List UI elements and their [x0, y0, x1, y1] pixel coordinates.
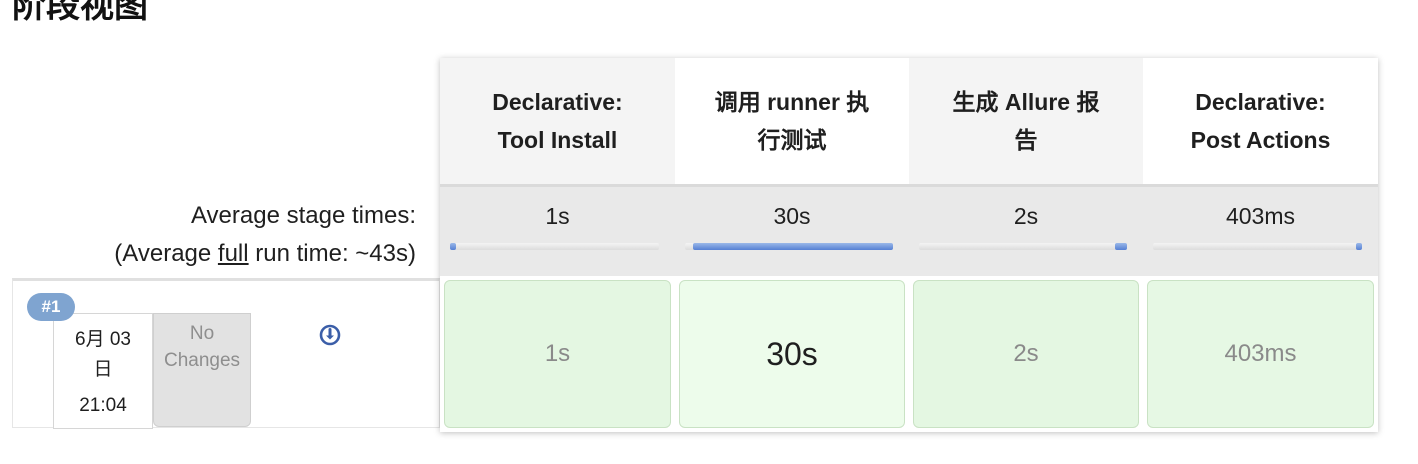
full-run-link[interactable]: full [218, 240, 249, 267]
stage-header: 调用 runner 执行测试 [675, 58, 909, 184]
stage-name-line2: 告 [1014, 127, 1038, 153]
average-stage-times-label: Average stage times: [190, 202, 416, 229]
changes-line1: No [189, 323, 215, 344]
stage-average-bar [1153, 243, 1362, 250]
stage-average-bar-fill [693, 243, 893, 250]
stage-name-line1: 生成 Allure 报 [952, 89, 1100, 115]
stage-average: 403ms [1143, 184, 1378, 276]
average-run-prefix: (Average [114, 240, 218, 267]
stage-cell[interactable]: 30s [679, 280, 905, 428]
stage-name-line2: Tool Install [497, 127, 618, 153]
stage-name-line1: Declarative: [1195, 89, 1326, 115]
build-date-line1: 6月 03 [75, 329, 131, 350]
stage-column: 调用 runner 执行测试 30s 30s [675, 58, 909, 432]
stage-average-value: 403ms [1225, 203, 1296, 229]
stage-cell-value: 403ms [1224, 340, 1297, 367]
stage-column: 生成 Allure 报告 2s 2s [909, 58, 1143, 432]
average-stage-times: Average stage times: (Average full run t… [12, 190, 440, 276]
stage-cell[interactable]: 2s [913, 280, 1139, 428]
stage-name-line1: Declarative: [492, 89, 623, 115]
stage-average: 1s [440, 184, 675, 276]
average-run-suffix: run time: ~43s) [248, 240, 416, 267]
stage-average-bar [450, 243, 659, 250]
stage-cell[interactable]: 1s [444, 280, 671, 428]
stage-average-bar [919, 243, 1127, 250]
stage-header: 生成 Allure 报告 [909, 58, 1143, 184]
stage-header: Declarative: Tool Install [440, 58, 675, 184]
stage-average-value: 30s [773, 203, 811, 229]
average-run-time-label: (Average full run time: ~43s) [114, 240, 416, 268]
page-title: 阶段视图 [12, 0, 148, 26]
build-row: #1 6月 03 日 21:04 No Changes [12, 278, 440, 429]
stage-average-bar [685, 243, 893, 250]
stage-name-line2: Post Actions [1190, 127, 1331, 153]
build-date-line2: 日 [93, 359, 113, 380]
stage-name-line2: 行测试 [757, 127, 827, 153]
stage-average-bar-fill [1115, 243, 1127, 250]
stage-cell-value: 1s [544, 340, 571, 367]
stage-cell[interactable]: 403ms [1147, 280, 1374, 428]
build-time: 21:04 [79, 395, 127, 416]
stage-average: 30s [675, 184, 909, 276]
stage-average-bar-fill [450, 243, 456, 250]
build-number-badge[interactable]: #1 [27, 293, 75, 321]
stage-column: Declarative: Post Actions 403ms 403ms [1143, 58, 1378, 432]
stage-cell-value: 30s [766, 335, 818, 372]
stage-header: Declarative: Post Actions [1143, 58, 1378, 184]
changes-card: No Changes [153, 313, 251, 427]
stage-column: Declarative: Tool Install 1s 1s [440, 58, 675, 432]
download-icon[interactable] [319, 324, 341, 346]
build-date-card: 6月 03 日 21:04 [53, 313, 153, 429]
stage-average-bar-fill [1356, 243, 1362, 250]
stage-cell-value: 2s [1013, 340, 1039, 367]
stage-view-grid: Declarative: Tool Install 1s 1s 调用 runner… [440, 58, 1378, 432]
stage-average-value: 1s [545, 203, 570, 229]
stage-name-line1: 调用 runner 执 [714, 89, 870, 115]
stage-average-value: 2s [1013, 203, 1039, 229]
stage-average: 2s [909, 184, 1143, 276]
changes-line2: Changes [163, 350, 241, 371]
